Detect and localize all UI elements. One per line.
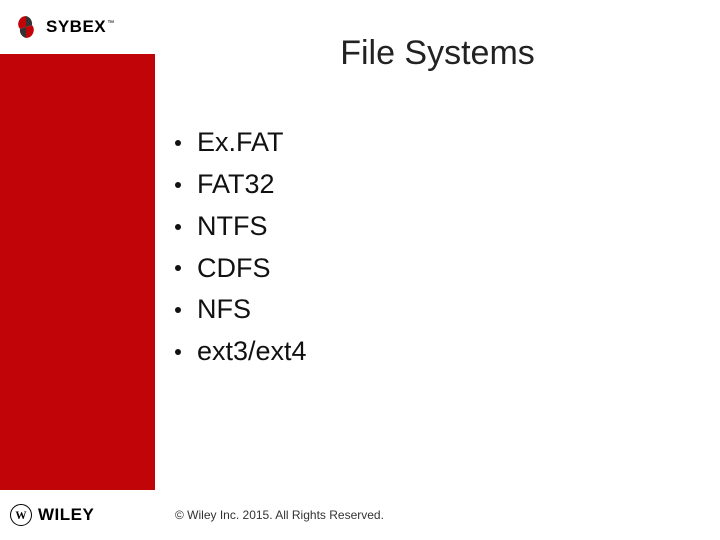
sybex-brand-text: SYBEX™	[46, 17, 115, 37]
list-item: FAT32	[175, 164, 307, 206]
list-item: NFS	[175, 289, 307, 331]
list-item-text: NFS	[197, 289, 251, 331]
wiley-icon: W	[10, 504, 32, 526]
list-item: NTFS	[175, 206, 307, 248]
svg-text:W: W	[15, 510, 27, 522]
bullet-icon	[175, 182, 181, 188]
list-item-text: FAT32	[197, 164, 275, 206]
list-item-text: Ex.FAT	[197, 122, 284, 164]
bullet-icon	[175, 140, 181, 146]
sybex-logo-box: SYBEX™	[0, 0, 155, 54]
bullet-icon	[175, 349, 181, 355]
bullet-icon	[175, 307, 181, 313]
list-item-text: ext3/ext4	[197, 331, 307, 373]
list-item: Ex.FAT	[175, 122, 307, 164]
slide: SYBEX™ W WILEY File Systems Ex.FAT FAT32…	[0, 0, 720, 540]
slide-content: Ex.FAT FAT32 NTFS CDFS NFS ext3/ext4	[175, 122, 307, 373]
sidebar	[0, 0, 155, 540]
bullet-icon	[175, 265, 181, 271]
sybex-icon	[12, 13, 40, 41]
wiley-logo-box: W WILEY	[0, 490, 155, 540]
bullet-icon	[175, 224, 181, 230]
bullet-list: Ex.FAT FAT32 NTFS CDFS NFS ext3/ext4	[175, 122, 307, 373]
list-item: CDFS	[175, 248, 307, 290]
list-item-text: CDFS	[197, 248, 271, 290]
copyright-footer: © Wiley Inc. 2015. All Rights Reserved.	[175, 508, 384, 522]
slide-title: File Systems	[155, 34, 720, 73]
list-item: ext3/ext4	[175, 331, 307, 373]
list-item-text: NTFS	[197, 206, 268, 248]
wiley-brand-text: WILEY	[38, 505, 94, 525]
